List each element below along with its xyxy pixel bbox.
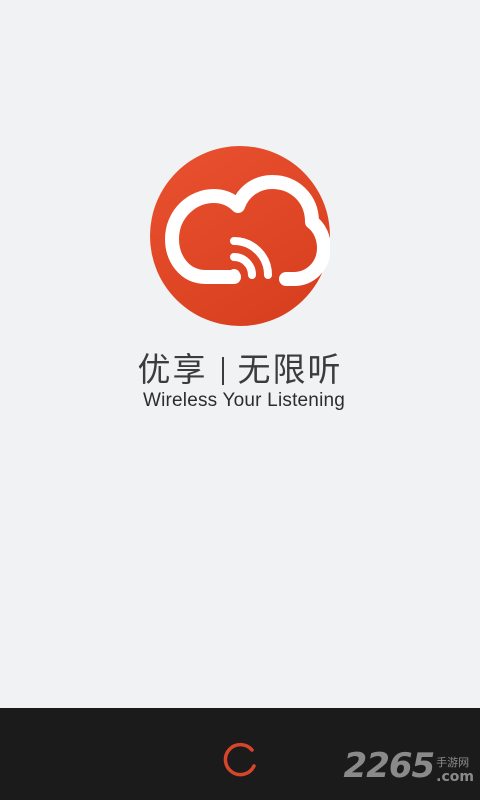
watermark-logo: 2265 手游网 .com [344, 744, 474, 784]
cloud-wireless-icon [150, 146, 330, 326]
splash-screen: 优享 无限听 Wireless Your Listening [0, 0, 480, 708]
slogan-cn-left: 优享 [137, 350, 208, 389]
watermark-digits: 2265 [343, 746, 436, 786]
slogan-english: Wireless Your Listening [142, 390, 346, 411]
watermark-cn: 手游网 [436, 756, 470, 769]
slogan-divider [221, 357, 224, 385]
bottom-bar: 2265 手游网 .com [0, 708, 480, 800]
watermark-com: .com [436, 769, 474, 785]
loading-spinner-icon [223, 742, 256, 777]
slogan-chinese: 优享 无限听 [0, 348, 480, 392]
slogan-cn-right: 无限听 [237, 350, 343, 389]
watermark-side: 手游网 .com [436, 756, 474, 784]
